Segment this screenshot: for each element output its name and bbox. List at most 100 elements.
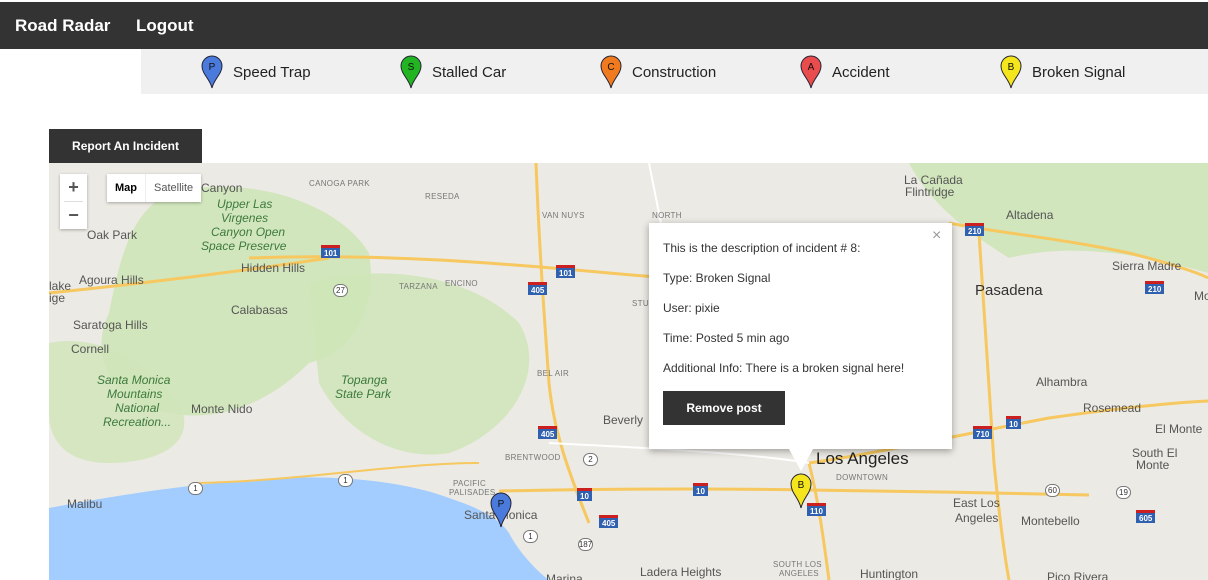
highway-shield: 405 [599,515,619,528]
legend-item-stalled-car: S Stalled Car [400,55,506,89]
route-shield: 60 [1045,484,1060,497]
logout-link[interactable]: Logout [136,16,194,36]
map-label: Oak Park [87,228,138,242]
highway-shield: 210 [965,223,985,236]
legend-item-construction: C Construction [600,55,716,89]
map-type-satellite-button[interactable]: Satellite [146,174,201,202]
route-shield: 1 [523,530,538,543]
legend-item-broken-signal: B Broken Signal [1000,55,1125,89]
report-incident-button[interactable]: Report An Incident [49,129,202,163]
map-label: PALISADES [449,488,496,497]
map-type-control: Map Satellite [107,174,202,202]
route-shield: 1 [338,474,353,487]
highway-shield: 10 [693,483,708,496]
map-label: Sierra Madre [1112,259,1182,273]
speed-trap-marker-icon: P [201,55,223,89]
incident-description: This is the description of incident # 8: [663,241,861,255]
map-label: Montebello [1021,514,1080,528]
route-shield: 27 [333,284,348,297]
map-label: Los Angeles [816,449,909,468]
map-label: Canyon [201,181,243,195]
incident-type: Type: Broken Signal [663,271,771,285]
legend-label: Construction [632,63,717,81]
highway-shield: 10 [1006,416,1021,429]
route-shield: 19 [1116,486,1131,499]
highway-shield: 101 [321,245,341,258]
map-label: Altadena [1006,208,1054,222]
map-label: Flintridge [905,185,955,199]
zoom-out-button[interactable]: − [60,202,87,229]
highway-shield: 10 [577,488,592,501]
map-label: Topanga [341,373,388,387]
map-label: Monte [1136,458,1170,472]
speed-trap-map-marker[interactable]: P [490,492,512,528]
map-label: Angeles [955,511,999,525]
stalled-car-marker-icon: S [400,55,422,89]
svg-text:A: A [808,62,815,73]
legend-label: Broken Signal [1032,63,1126,81]
svg-text:B: B [798,480,805,491]
map-label: DOWNTOWN [836,473,889,482]
map-label: Santa Monica [97,373,171,387]
map-label: NORTH [652,211,682,220]
route-shield: 187 [578,538,593,551]
map-label: Calabasas [231,303,288,317]
highway-shield: 405 [538,426,558,439]
map-label: Virgenes [221,211,269,225]
incident-info-window: × This is the description of incident # … [649,223,952,449]
map-label: CANOGA PARK [309,179,370,188]
zoom-control: + − [60,174,87,229]
incident-legend: P Speed Trap S Stalled Car C Constructio… [141,49,1208,94]
map-label: Beverly [603,413,644,427]
highway-shield: 710 [973,426,993,439]
top-navbar: Road Radar Logout [0,2,1208,49]
map-label: National [115,401,160,415]
map-label: Upper Las [217,197,273,211]
incident-time: Time: Posted 5 min ago [663,331,790,345]
map-label: ige [49,291,66,305]
incident-user: User: pixie [663,301,720,315]
map-label: Agoura Hills [79,273,144,287]
legend-item-accident: A Accident [800,55,890,89]
zoom-in-button[interactable]: + [60,174,87,201]
map-label: Saratoga Hills [73,318,148,332]
svg-text:P: P [498,499,505,510]
map-label: Marina [546,572,583,580]
map-label: El Monte [1155,422,1203,436]
map-label: Alhambra [1036,375,1088,389]
map-label: Pico Rivera [1047,570,1109,580]
broken-signal-map-marker[interactable]: B [790,473,812,509]
brand-link[interactable]: Road Radar [15,16,110,36]
map-label: Pasadena [975,282,1043,299]
legend-label: Speed Trap [233,63,311,81]
map-label: BEL AIR [537,369,570,378]
route-shield: 2 [583,453,598,466]
close-icon[interactable]: × [932,227,941,245]
svg-text:P: P [209,62,216,73]
svg-text:B: B [1008,62,1015,73]
map-label: Huntington [860,567,919,580]
map-label: ENCINO [445,279,478,288]
map-label: BRENTWOOD [505,453,561,462]
map-label: TARZANA [399,282,438,291]
map-type-map-button[interactable]: Map [107,174,146,202]
incident-additional-info: Additional Info: There is a broken signa… [663,361,905,375]
map-canvas[interactable]: + − Map Satellite Canyon Upper Las Virge… [49,163,1208,580]
map-label: Cornell [71,342,110,356]
map-label: Space Preserve [201,239,287,253]
route-shield: 1 [188,482,203,495]
map-label: Canyon Open [211,225,286,239]
map-label: ANGELES [779,569,819,578]
map-label: RESEDA [425,192,460,201]
map-label: Monte Nido [191,402,253,416]
remove-post-button[interactable]: Remove post [663,391,785,425]
legend-item-speed-trap: P Speed Trap [201,55,311,89]
highway-shield: 101 [556,265,576,278]
map-label: Mo [1194,289,1208,303]
map-label: VAN NUYS [542,211,585,220]
map-label: East Los [953,496,1000,510]
accident-marker-icon: A [800,55,822,89]
highway-shield: 210 [1145,281,1165,294]
map-label: Ladera Heights [640,565,722,579]
map-label: Hidden Hills [241,261,306,275]
